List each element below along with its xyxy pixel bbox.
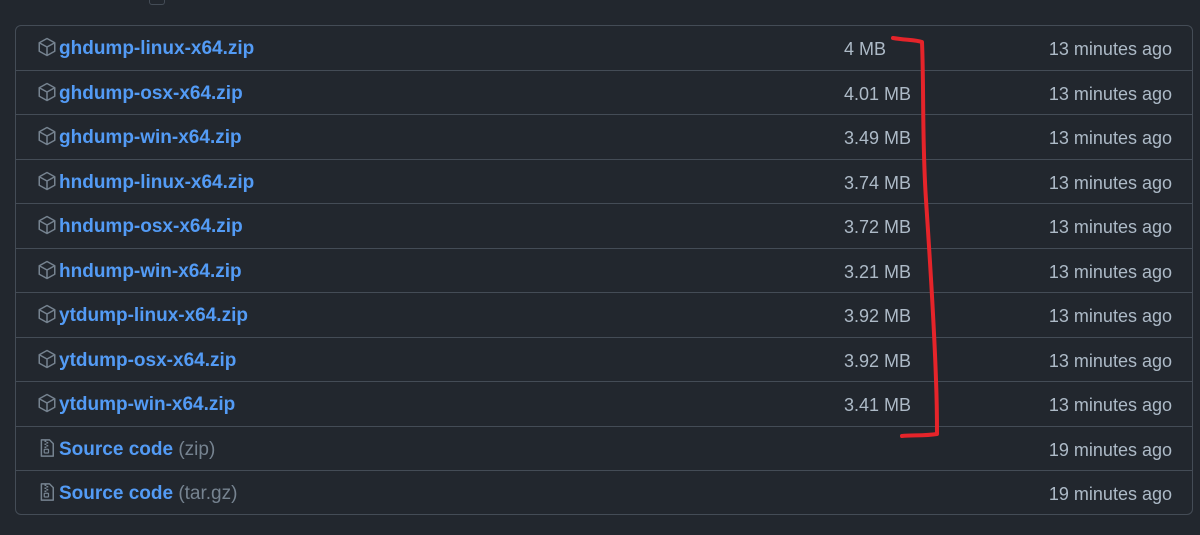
asset-timestamp: 13 minutes ago xyxy=(1048,306,1172,326)
asset-size: 4.01 MB xyxy=(844,83,912,104)
asset-size: 3.92 MB xyxy=(844,350,912,371)
asset-size: 3.21 MB xyxy=(844,261,912,282)
asset-row: hndump-linux-x64.zip 3.74 MB 13 minutes ag… xyxy=(16,160,1192,204)
file-zip-icon xyxy=(37,482,57,502)
asset-row: ytdump-win-x64.zip 3.41 MB 13 minutes ago xyxy=(16,382,1192,427)
asset-name-label: Source code xyxy=(59,483,174,504)
package-icon xyxy=(37,37,57,57)
asset-row: hndump-osx-x64.zip 3.72 MB 13 minutes ago xyxy=(16,204,1192,249)
asset-download-link[interactable]: ghdump-win-x64.zip xyxy=(59,126,242,150)
asset-size: 3.49 MB xyxy=(844,128,912,148)
asset-name-label: hndump-linux-x64.zip xyxy=(59,171,255,193)
asset-timestamp: 13 minutes ago xyxy=(1048,39,1172,59)
asset-timestamp: 19 minutes ago xyxy=(1048,484,1172,504)
asset-timestamp: 13 minutes ago xyxy=(1048,128,1172,148)
divider xyxy=(149,0,165,5)
package-icon xyxy=(37,393,57,413)
asset-size: 4 MB xyxy=(844,39,887,59)
asset-name-label: ghdump-win-x64.zip xyxy=(59,127,242,148)
asset-row: hndump-win-x64.zip 3.21 MB 13 minutes ago xyxy=(16,249,1192,293)
asset-name-label: ytdump-osx-x64.zip xyxy=(59,349,237,371)
asset-format-label: (tar.gz) xyxy=(178,483,238,504)
package-icon xyxy=(37,349,57,369)
asset-size: 3.72 MB xyxy=(844,217,912,237)
asset-timestamp: 13 minutes ago xyxy=(1048,172,1172,193)
asset-download-link[interactable]: hndump-linux-x64.zip xyxy=(59,171,254,195)
asset-timestamp: 13 minutes ago xyxy=(1048,83,1172,104)
package-icon xyxy=(37,260,57,280)
asset-download-link[interactable]: ytdump-win-x64.zip xyxy=(59,393,235,417)
asset-download-link[interactable]: ghdump-osx-x64.zip xyxy=(59,82,243,106)
asset-name-label: ytdump-linux-x64.zip xyxy=(59,305,248,326)
package-icon xyxy=(37,126,57,146)
asset-name-label: ytdump-win-x64.zip xyxy=(59,394,236,415)
release-assets-screen: ghdump-linux-x64.zip 4 MB 13 minutes ago gh… xyxy=(0,0,1200,535)
asset-name-label: ghdump-linux-x64.zip xyxy=(59,38,255,59)
asset-name-label: hndump-osx-x64.zip xyxy=(59,216,243,237)
asset-format-label: (zip) xyxy=(178,438,216,460)
asset-timestamp: 13 minutes ago xyxy=(1048,395,1172,415)
asset-timestamp: 13 minutes ago xyxy=(1048,217,1172,237)
file-zip-icon xyxy=(37,438,57,458)
asset-timestamp: 19 minutes ago xyxy=(1048,439,1172,460)
asset-size: 3.41 MB xyxy=(844,395,912,415)
asset-download-link[interactable]: Source code (tar.gz) xyxy=(59,482,237,506)
asset-row: ytdump-linux-x64.zip 3.92 MB 13 minutes ag… xyxy=(16,293,1192,338)
asset-row: ghdump-win-x64.zip 3.49 MB 13 minutes ago xyxy=(16,115,1192,160)
asset-size: 3.92 MB xyxy=(844,306,912,326)
asset-download-link[interactable]: Source code (zip) xyxy=(59,438,215,462)
asset-download-link[interactable]: ytdump-linux-x64.zip xyxy=(59,304,248,328)
package-icon xyxy=(37,215,57,235)
package-icon xyxy=(37,304,57,324)
assets-list: ghdump-linux-x64.zip 4 MB 13 minutes ago gh… xyxy=(15,25,1193,515)
asset-name-label: ghdump-osx-x64.zip xyxy=(59,82,243,104)
asset-download-link[interactable]: ghdump-linux-x64.zip xyxy=(59,37,254,61)
asset-row: Source code (zip) 19 minutes ago xyxy=(16,427,1192,471)
asset-name-label: Source code xyxy=(59,438,174,460)
package-icon xyxy=(37,82,57,102)
asset-row: ghdump-osx-x64.zip 4.01 MB 13 minutes ago xyxy=(16,71,1192,115)
asset-row: ytdump-osx-x64.zip 3.92 MB 13 minutes ago xyxy=(16,338,1192,382)
asset-download-link[interactable]: ytdump-osx-x64.zip xyxy=(59,349,236,373)
asset-timestamp: 13 minutes ago xyxy=(1048,261,1172,282)
asset-size: 3.74 MB xyxy=(844,172,912,193)
package-icon xyxy=(37,171,57,191)
asset-download-link[interactable]: hndump-osx-x64.zip xyxy=(59,215,243,239)
asset-name-label: hndump-win-x64.zip xyxy=(59,260,242,282)
asset-download-link[interactable]: hndump-win-x64.zip xyxy=(59,260,242,284)
asset-timestamp: 13 minutes ago xyxy=(1048,350,1172,371)
asset-row: Source code (tar.gz) 19 minutes ago xyxy=(16,471,1192,514)
asset-row: ghdump-linux-x64.zip 4 MB 13 minutes ago xyxy=(16,26,1192,71)
